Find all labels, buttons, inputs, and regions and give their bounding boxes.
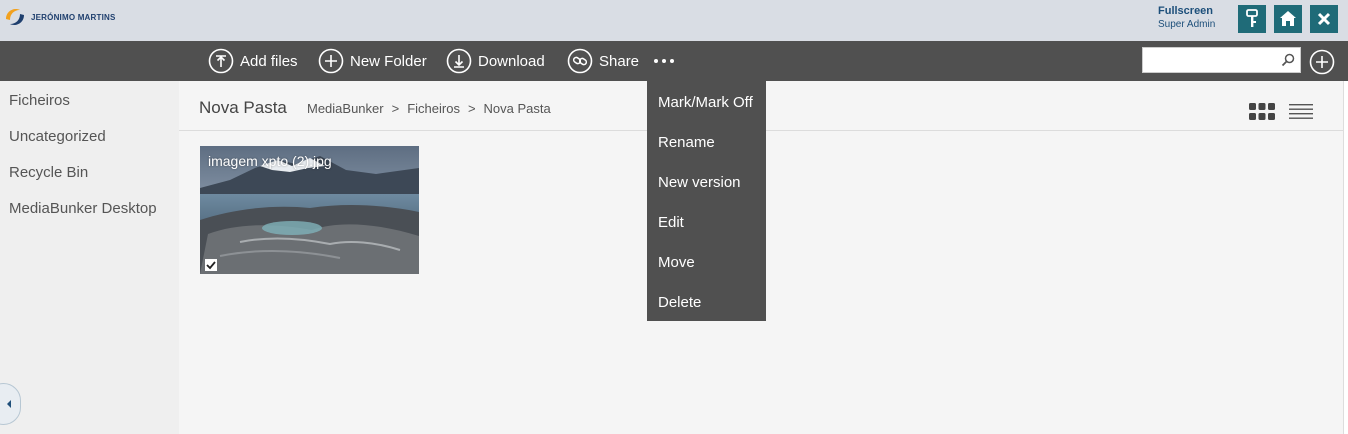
sidebar: Ficheiros Uncategorized Recycle Bin Medi… <box>0 81 179 434</box>
brand-mark-icon <box>6 9 24 25</box>
download-icon <box>446 48 472 74</box>
menu-item-move[interactable]: Move <box>658 254 695 271</box>
menu-item-mark[interactable]: Mark/Mark Off <box>658 94 753 111</box>
menu-item-rename[interactable]: Rename <box>658 134 715 151</box>
breadcrumb-separator: > <box>391 101 400 116</box>
checkmark-icon <box>206 261 216 270</box>
sidebar-item-recycle-bin[interactable]: Recycle Bin <box>9 164 88 181</box>
more-dot-icon <box>670 59 674 63</box>
more-options-button[interactable] <box>654 51 674 71</box>
add-files-button[interactable]: Add files <box>208 47 298 75</box>
breadcrumb-item-nova-pasta: Nova Pasta <box>483 101 551 116</box>
share-label: Share <box>599 52 640 70</box>
more-options-menu: Mark/Mark Off Rename New version Edit Mo… <box>647 81 766 321</box>
user-info: Fullscreen Super Admin <box>1158 5 1215 31</box>
page-title: Nova Pasta <box>199 98 287 117</box>
breadcrumb-item-ficheiros[interactable]: Ficheiros <box>407 101 460 116</box>
fullscreen-link[interactable]: Fullscreen <box>1158 5 1215 18</box>
download-label: Download <box>478 52 545 70</box>
grid-view-icon[interactable] <box>1249 103 1275 121</box>
new-folder-label: New Folder <box>350 52 427 70</box>
breadcrumb-item-mediabunker[interactable]: MediaBunker <box>307 101 384 116</box>
file-thumbnail[interactable]: imagem xpto (2).jpg <box>200 146 419 274</box>
sidebar-item-ficheiros[interactable]: Ficheiros <box>9 92 70 109</box>
share-button[interactable]: Share <box>567 47 639 75</box>
user-role: Super Admin <box>1158 19 1216 30</box>
add-files-label: Add files <box>240 52 298 70</box>
top-header: JERÓNIMO MARTINS Fullscreen Super Admin <box>0 0 1348 41</box>
file-name: imagem xpto (2).jpg <box>208 153 332 169</box>
add-icon[interactable] <box>1309 49 1335 75</box>
right-scrollbar[interactable] <box>1343 81 1348 434</box>
chevron-left-icon <box>7 400 11 408</box>
list-view-icon[interactable] <box>1289 103 1315 121</box>
toolbar: Add files New Folder Download Share <box>0 41 1348 81</box>
key-button[interactable] <box>1238 5 1266 33</box>
close-button[interactable] <box>1310 5 1338 33</box>
menu-item-delete[interactable]: Delete <box>658 294 701 311</box>
plus-circle-icon <box>318 48 344 74</box>
brand-name: JERÓNIMO MARTINS <box>31 12 116 22</box>
file-checkbox[interactable] <box>205 259 217 271</box>
upload-icon <box>208 48 234 74</box>
link-icon <box>567 48 593 74</box>
search-box <box>1142 47 1301 73</box>
brand-logo: JERÓNIMO MARTINS <box>2 4 116 30</box>
sidebar-item-uncategorized[interactable]: Uncategorized <box>9 128 106 145</box>
menu-item-edit[interactable]: Edit <box>658 214 684 231</box>
home-button[interactable] <box>1274 5 1302 33</box>
breadcrumb-separator: > <box>467 101 476 116</box>
more-dot-icon <box>654 59 658 63</box>
search-icon[interactable] <box>1281 53 1295 67</box>
close-icon <box>1317 12 1331 26</box>
new-folder-button[interactable]: New Folder <box>318 47 427 75</box>
download-button[interactable]: Download <box>446 47 545 75</box>
breadcrumb: MediaBunker > Ficheiros > Nova Pasta <box>307 101 551 116</box>
home-icon <box>1280 11 1296 26</box>
sidebar-collapse-button[interactable] <box>0 383 21 425</box>
search-input[interactable] <box>1143 48 1273 72</box>
more-dot-icon <box>662 59 666 63</box>
key-icon <box>1246 9 1258 27</box>
sidebar-item-mediabunker-desktop[interactable]: MediaBunker Desktop <box>9 200 157 217</box>
menu-item-new-version[interactable]: New version <box>658 174 741 191</box>
